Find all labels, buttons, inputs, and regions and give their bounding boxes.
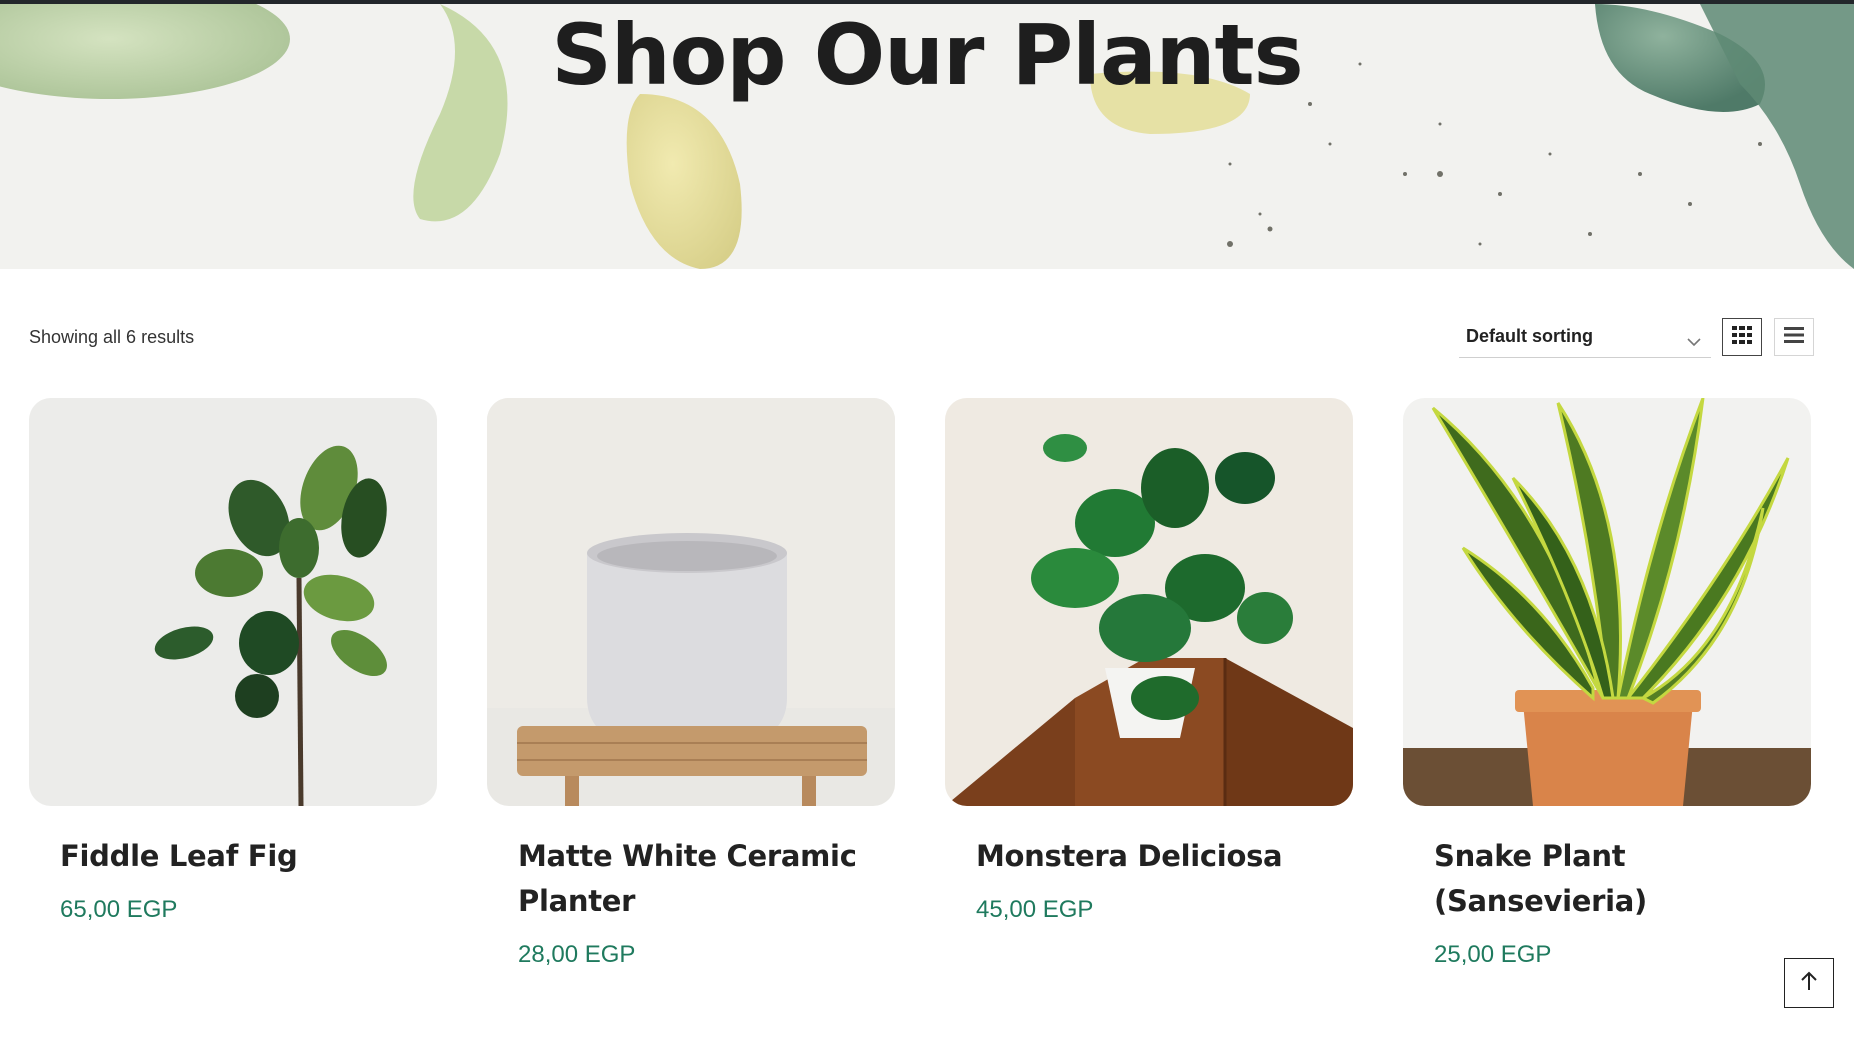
list-view-icon — [1784, 327, 1804, 347]
product-price: 28,00 EGP — [518, 941, 636, 968]
product-title[interactable]: Snake Plant (Sansevieria) — [1434, 834, 1794, 924]
product-image[interactable] — [29, 398, 437, 806]
product-image[interactable] — [1403, 398, 1811, 806]
chevron-down-icon — [1687, 332, 1701, 351]
list-view-button[interactable] — [1774, 318, 1814, 356]
hero-banner: Shop Our Plants — [0, 4, 1854, 269]
product-price: 65,00 EGP — [60, 896, 178, 923]
product-image[interactable] — [945, 398, 1353, 806]
shop-toolbar: Showing all 6 results Default sorting — [0, 318, 1854, 360]
page-title: Shop Our Plants — [551, 6, 1303, 104]
sorting-selected-label: Default sorting — [1466, 326, 1594, 346]
grid-view-icon — [1732, 326, 1752, 348]
back-to-top-button[interactable] — [1784, 958, 1834, 1008]
product-card[interactable]: Monstera Deliciosa 45,00 EGP — [945, 398, 1353, 923]
product-title[interactable]: Monstera Deliciosa — [976, 834, 1336, 879]
grid-view-button[interactable] — [1722, 318, 1762, 356]
product-image[interactable] — [487, 398, 895, 806]
product-card[interactable]: Snake Plant (Sansevieria) 25,00 EGP — [1403, 398, 1811, 968]
arrow-up-icon — [1800, 971, 1818, 995]
product-title[interactable]: Matte White Ceramic Planter — [518, 834, 878, 924]
product-price: 45,00 EGP — [976, 896, 1094, 923]
product-price: 25,00 EGP — [1434, 941, 1552, 968]
sorting-dropdown[interactable]: Default sorting — [1459, 318, 1711, 358]
product-card[interactable]: Fiddle Leaf Fig 65,00 EGP — [29, 398, 437, 923]
product-card[interactable]: Matte White Ceramic Planter 28,00 EGP — [487, 398, 895, 968]
result-count: Showing all 6 results — [29, 327, 195, 347]
product-title[interactable]: Fiddle Leaf Fig — [60, 834, 420, 879]
